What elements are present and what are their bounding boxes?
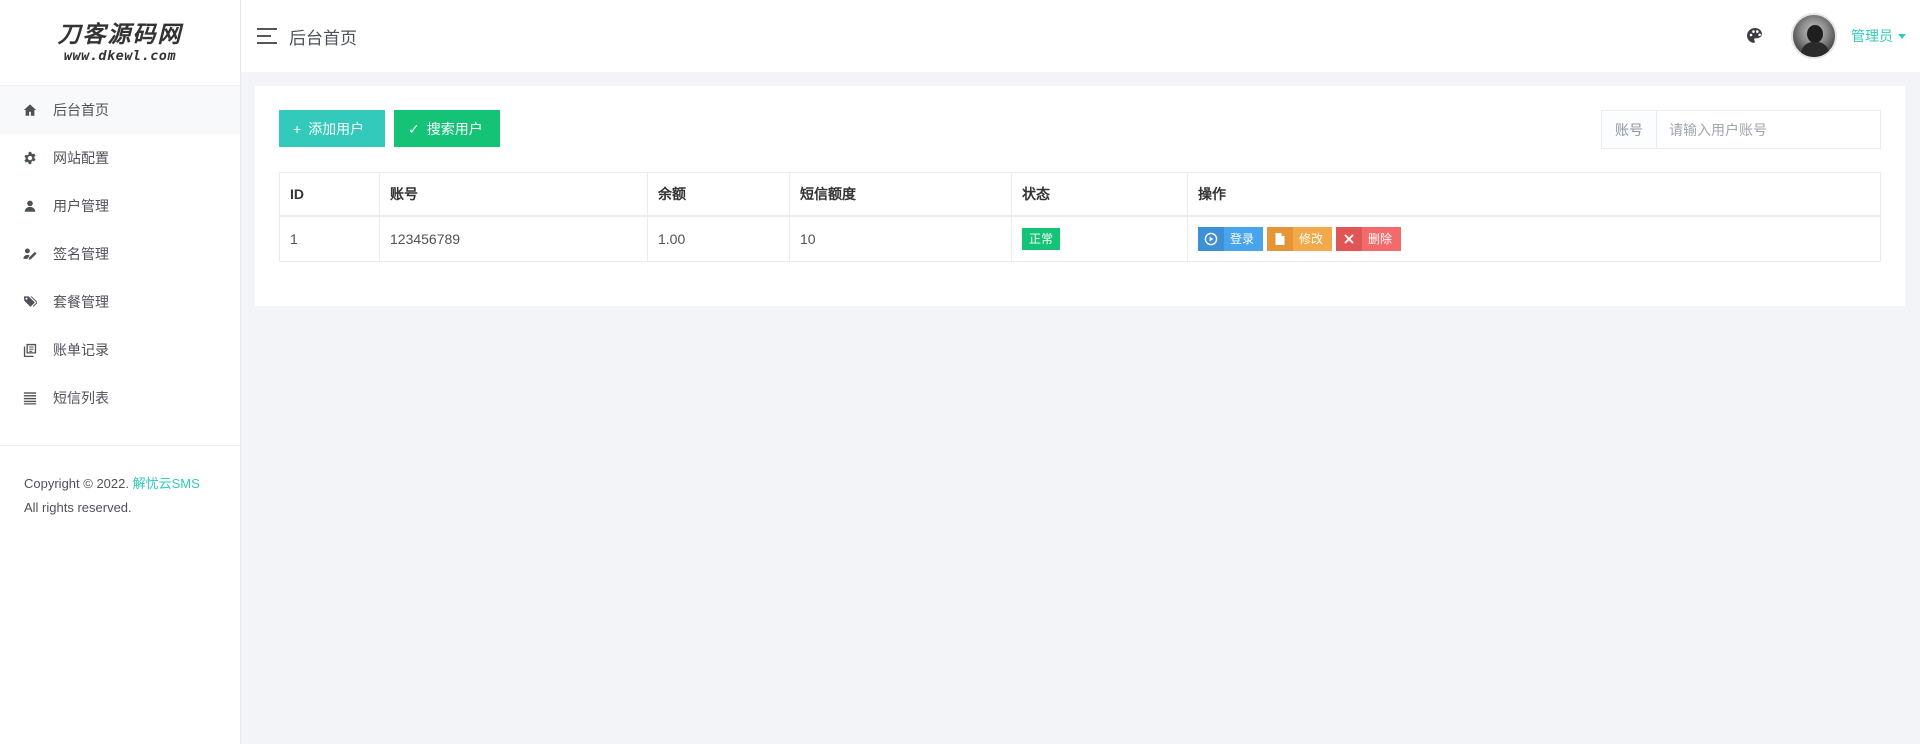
login-button[interactable]: 登录 bbox=[1198, 226, 1264, 251]
logo-url: www.dkewl.com bbox=[63, 47, 177, 64]
add-user-label: 添加用户 bbox=[308, 120, 365, 137]
sidebar-item-label: 签名管理 bbox=[53, 246, 109, 262]
cell-account: 123456789 bbox=[379, 215, 648, 262]
column-header-account: 账号 bbox=[379, 172, 648, 216]
user-menu[interactable]: 管理员 bbox=[1851, 26, 1906, 46]
user-list-card: + 添加用户 ✓ 搜索用户 账号 ID 账号 余额 短信额度 状态 操作 1 bbox=[255, 86, 1905, 306]
copyright: Copyright © 2022. 解忧云SMS All rights rese… bbox=[0, 446, 240, 520]
home-icon bbox=[22, 102, 38, 118]
sidebar-item-label: 用户管理 bbox=[53, 198, 109, 214]
edit-label: 修改 bbox=[1293, 226, 1333, 251]
sidebar-item-users[interactable]: 用户管理 bbox=[0, 182, 240, 230]
list-icon bbox=[22, 390, 38, 406]
account-search-input[interactable] bbox=[1657, 111, 1880, 148]
plus-icon: + bbox=[293, 120, 302, 137]
sidebar-item-label: 后台首页 bbox=[53, 102, 109, 118]
close-icon bbox=[1336, 226, 1363, 251]
sidebar-item-bills[interactable]: 账单记录 bbox=[0, 326, 240, 374]
cell-balance: 1.00 bbox=[647, 215, 790, 262]
sidebar-item-sms-list[interactable]: 短信列表 bbox=[0, 374, 240, 422]
sidebar: 刀客源码网 www.dkewl.com 后台首页 网站配置 用户管理 签名管理 bbox=[0, 0, 241, 744]
copyright-text: Copyright © 2022. bbox=[24, 476, 129, 491]
signature-icon bbox=[22, 246, 38, 262]
header-actions: 管理员 bbox=[1745, 0, 1920, 72]
cell-quota: 10 bbox=[789, 215, 1012, 262]
edit-button[interactable]: 修改 bbox=[1267, 226, 1333, 251]
table-header-row: ID 账号 余额 短信额度 状态 操作 bbox=[279, 172, 1881, 216]
check-icon: ✓ bbox=[408, 120, 420, 137]
page-title: 后台首页 bbox=[289, 28, 357, 48]
search-user-label: 搜索用户 bbox=[426, 120, 483, 137]
chevron-down-icon bbox=[1898, 33, 1906, 39]
column-header-quota: 短信额度 bbox=[789, 172, 1012, 216]
file-icon bbox=[1267, 226, 1294, 251]
delete-button[interactable]: 删除 bbox=[1336, 226, 1402, 251]
copyright-rights: All rights reserved. bbox=[24, 500, 132, 515]
column-header-actions: 操作 bbox=[1187, 172, 1881, 216]
sidebar-item-packages[interactable]: 套餐管理 bbox=[0, 278, 240, 326]
sidebar-item-label: 网站配置 bbox=[53, 150, 109, 166]
row-actions: 登录 修改 删除 bbox=[1198, 226, 1870, 251]
sidebar-item-dashboard[interactable]: 后台首页 bbox=[0, 86, 240, 134]
sidebar-item-label: 套餐管理 bbox=[53, 294, 109, 310]
palette-icon[interactable] bbox=[1745, 26, 1765, 46]
delete-label: 删除 bbox=[1362, 226, 1402, 251]
logo-title: 刀客源码网 bbox=[57, 21, 183, 48]
search-addon-label: 账号 bbox=[1602, 111, 1657, 148]
user-icon bbox=[22, 198, 38, 214]
add-user-button[interactable]: + 添加用户 bbox=[279, 110, 385, 147]
sidebar-item-site-config[interactable]: 网站配置 bbox=[0, 134, 240, 182]
status-badge: 正常 bbox=[1022, 227, 1061, 250]
column-header-id: ID bbox=[279, 172, 380, 216]
avatar[interactable] bbox=[1791, 13, 1837, 59]
tags-icon bbox=[22, 294, 38, 310]
column-header-status: 状态 bbox=[1011, 172, 1188, 216]
sidebar-item-label: 短信列表 bbox=[53, 390, 109, 406]
sidebar-item-signatures[interactable]: 签名管理 bbox=[0, 230, 240, 278]
menu-toggle-icon[interactable] bbox=[257, 28, 277, 44]
bill-icon bbox=[22, 342, 38, 358]
gear-icon bbox=[22, 150, 38, 166]
cell-status: 正常 bbox=[1011, 215, 1188, 262]
play-circle-icon bbox=[1198, 226, 1224, 251]
user-table: ID 账号 余额 短信额度 状态 操作 1 123456789 1.00 10 … bbox=[279, 172, 1881, 262]
copyright-brand-link[interactable]: 解忧云SMS bbox=[133, 476, 200, 491]
table-row: 1 123456789 1.00 10 正常 登录 修改 删除 bbox=[279, 215, 1881, 262]
top-header: 后台首页 管理员 bbox=[241, 0, 1920, 72]
column-header-balance: 余额 bbox=[647, 172, 790, 216]
cell-actions: 登录 修改 删除 bbox=[1187, 215, 1881, 262]
user-name: 管理员 bbox=[1851, 28, 1893, 44]
logo[interactable]: 刀客源码网 www.dkewl.com bbox=[0, 0, 240, 86]
sidebar-nav: 后台首页 网站配置 用户管理 签名管理 套餐管理 账单记录 短信列表 bbox=[0, 86, 240, 422]
cell-id: 1 bbox=[279, 215, 380, 262]
search-user-button[interactable]: ✓ 搜索用户 bbox=[394, 110, 500, 147]
sidebar-item-label: 账单记录 bbox=[53, 342, 109, 358]
login-label: 登录 bbox=[1224, 226, 1264, 251]
account-search: 账号 bbox=[1601, 110, 1881, 149]
